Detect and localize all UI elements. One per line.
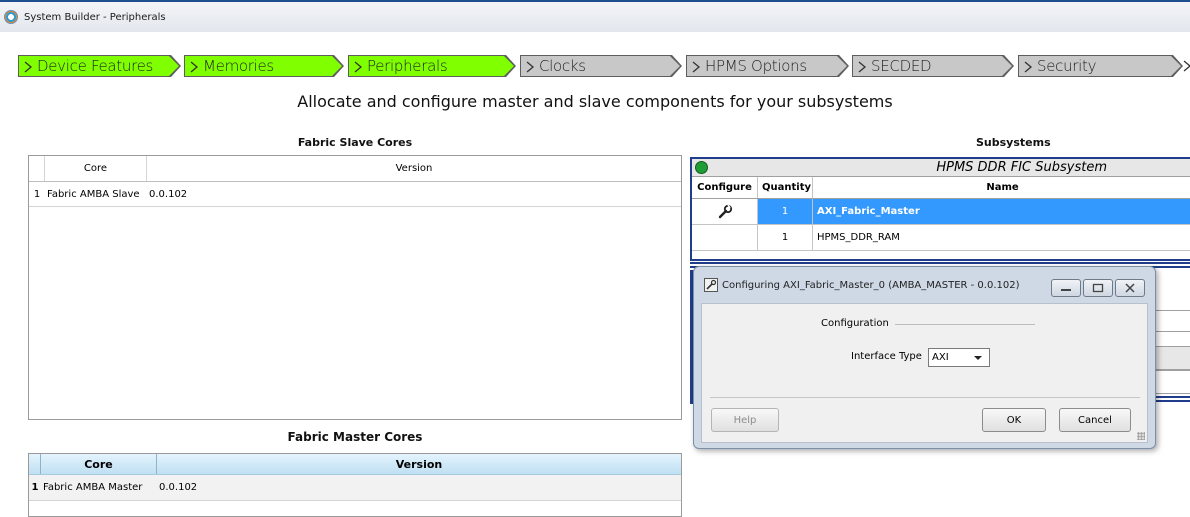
column-header-name[interactable]: Name — [813, 177, 1190, 198]
column-header-quantity[interactable]: Quantity — [758, 177, 813, 198]
master-cores-table: Core Version 1 Fabric AMBA Master 0.0.10… — [28, 453, 682, 517]
dropdown-arrow-icon — [974, 356, 982, 360]
chevron-right-icon — [1183, 60, 1190, 72]
close-button[interactable] — [1115, 279, 1145, 297]
page-heading: Allocate and configure master and slave … — [297, 92, 893, 111]
step-label: HPMS Options — [705, 57, 807, 75]
chevron-right-icon — [858, 61, 867, 73]
configuration-dialog: Configuring AXI_Fabric_Master_0 (AMBA_MA… — [693, 266, 1156, 449]
configure-cell[interactable] — [692, 199, 758, 224]
version-cell: 0.0.102 — [159, 482, 198, 493]
chevron-right-icon — [354, 61, 363, 73]
ok-button[interactable]: OK — [982, 408, 1046, 432]
window-titlebar: System Builder - Peripherals — [0, 0, 1190, 32]
name-cell: HPMS_DDR_RAM — [817, 232, 900, 243]
maximize-button[interactable] — [1083, 279, 1113, 297]
step-memories[interactable]: Memories — [184, 55, 344, 77]
step-label: Device Features — [37, 57, 154, 75]
row-index: 1 — [33, 188, 41, 200]
app-icon — [4, 10, 18, 24]
subsystem-name: HPMS DDR FIC Subsystem — [936, 160, 1107, 175]
step-device-features[interactable]: Device Features — [18, 55, 181, 77]
step-security[interactable]: Security — [1018, 55, 1183, 77]
dialog-separator — [710, 397, 1140, 398]
column-header-core[interactable]: Core — [41, 454, 157, 474]
step-secded[interactable]: SECDED — [852, 55, 1014, 77]
core-cell: Fabric AMBA Master — [43, 482, 143, 493]
interface-type-select[interactable]: AXI — [928, 348, 990, 367]
configure-cell[interactable] — [692, 225, 758, 250]
table-row[interactable]: 1 Fabric AMBA Master 0.0.102 — [29, 475, 681, 501]
dialog-body: Configuration Interface Type AXI Help OK… — [701, 303, 1148, 443]
minimize-button[interactable] — [1051, 279, 1081, 297]
name-cell: AXI_Fabric_Master — [813, 199, 1190, 224]
step-label: Memories — [203, 57, 274, 75]
table-header: Core Version — [29, 156, 681, 182]
step-clocks[interactable]: Clocks — [520, 55, 682, 77]
subsystem-table-header: Configure Quantity Name — [692, 177, 1190, 199]
chevron-right-icon — [190, 61, 199, 73]
version-cell: 0.0.102 — [149, 188, 188, 200]
step-label: SECDED — [871, 57, 932, 75]
chevron-right-icon — [1024, 61, 1033, 73]
close-icon — [1125, 283, 1135, 293]
wizard-steps: Device Features Memories Peripherals Clo… — [18, 55, 1190, 77]
table-row[interactable]: 1 Fabric AMBA Slave 0.0.102 — [29, 182, 681, 207]
row-number-header — [29, 454, 41, 474]
step-label: Clocks — [539, 57, 586, 75]
column-header-configure[interactable]: Configure — [692, 177, 758, 198]
help-button[interactable]: Help — [711, 408, 779, 432]
step-hpms-options[interactable]: HPMS Options — [686, 55, 849, 77]
subsystems-title: Subsystems — [976, 136, 1051, 149]
status-indicator-icon — [695, 161, 708, 174]
column-header-version[interactable]: Version — [147, 156, 681, 181]
quantity-cell: 1 — [758, 199, 813, 224]
step-label: Security — [1037, 57, 1097, 75]
subsystem-row-hpms-ddr-ram[interactable]: 1 HPMS_DDR_RAM — [692, 225, 1190, 251]
wrench-icon[interactable] — [717, 204, 733, 220]
dialog-title: Configuring AXI_Fabric_Master_0 (AMBA_MA… — [722, 279, 1020, 291]
configuration-group-label: Configuration — [821, 318, 889, 329]
interface-type-value: AXI — [932, 352, 949, 363]
chevron-right-icon — [692, 61, 701, 73]
configure-dialog-icon — [704, 278, 718, 292]
window-title: System Builder - Peripherals — [24, 11, 166, 23]
core-cell: Fabric AMBA Slave — [47, 188, 140, 200]
minimize-icon — [1061, 289, 1071, 291]
maximize-icon — [1092, 283, 1104, 293]
slave-cores-table: Core Version 1 Fabric AMBA Slave 0.0.102 — [28, 155, 682, 420]
slave-cores-title: Fabric Slave Cores — [297, 136, 413, 149]
column-header-core[interactable]: Core — [45, 156, 147, 181]
row-number-header — [29, 156, 45, 181]
quantity-cell: 1 — [758, 225, 813, 250]
interface-type-label: Interface Type — [851, 351, 922, 362]
cancel-button[interactable]: Cancel — [1059, 408, 1131, 432]
group-divider — [895, 324, 1035, 325]
table-header: Core Version — [29, 454, 681, 475]
step-label: Peripherals — [367, 57, 448, 75]
chevron-right-icon — [24, 61, 33, 73]
row-index: 1 — [31, 482, 39, 493]
master-cores-title: Fabric Master Cores — [287, 430, 423, 444]
subsystem-row-axi-fabric-master[interactable]: 1 AXI_Fabric_Master — [692, 199, 1190, 225]
subsystem-caption: HPMS DDR FIC Subsystem — [692, 159, 1190, 177]
resize-grip-icon[interactable] — [1137, 432, 1145, 440]
subsystem-panel: HPMS DDR FIC Subsystem Configure Quantit… — [690, 157, 1190, 261]
chevron-right-icon — [526, 61, 535, 73]
step-peripherals[interactable]: Peripherals — [348, 55, 516, 77]
column-header-version[interactable]: Version — [157, 454, 681, 474]
